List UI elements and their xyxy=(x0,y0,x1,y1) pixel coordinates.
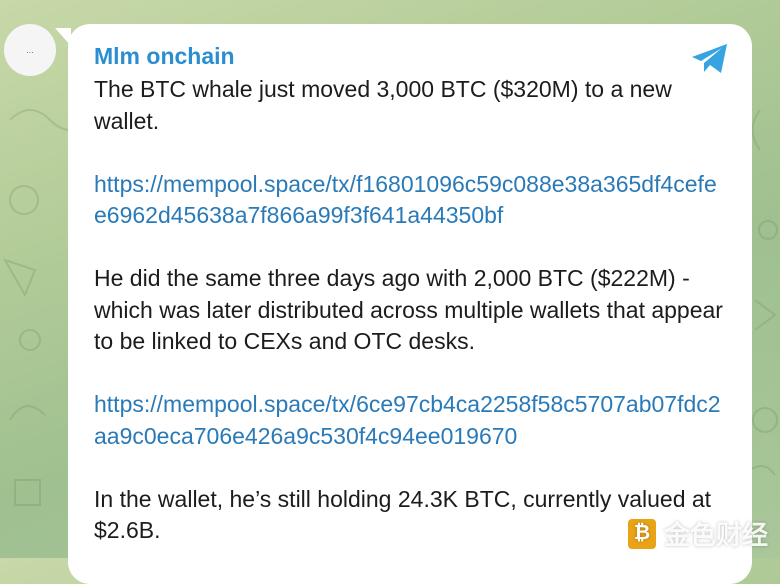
message-paragraph: The BTC whale just moved 3,000 BTC ($320… xyxy=(94,76,672,134)
sender-name[interactable]: Mlm onchain xyxy=(94,40,724,72)
sender-avatar[interactable]: ... xyxy=(4,24,56,76)
telegram-plane-icon[interactable] xyxy=(690,42,730,76)
tx-link[interactable]: https://mempool.space/tx/f16801096c59c08… xyxy=(94,169,724,232)
watermark-logo-icon: ₿ xyxy=(627,518,656,549)
avatar-placeholder: ... xyxy=(26,45,34,55)
tx-link[interactable]: https://mempool.space/tx/6ce97cb4ca2258f… xyxy=(94,389,724,452)
message-bubble: Mlm onchain The BTC whale just moved 3,0… xyxy=(68,24,752,584)
message-text: The BTC whale just moved 3,000 BTC ($320… xyxy=(94,74,724,547)
message-paragraph: He did the same three days ago with 2,00… xyxy=(94,265,723,354)
watermark-text: 金色财经 xyxy=(663,520,768,550)
watermark: ₿ 金色财经 xyxy=(627,515,768,552)
